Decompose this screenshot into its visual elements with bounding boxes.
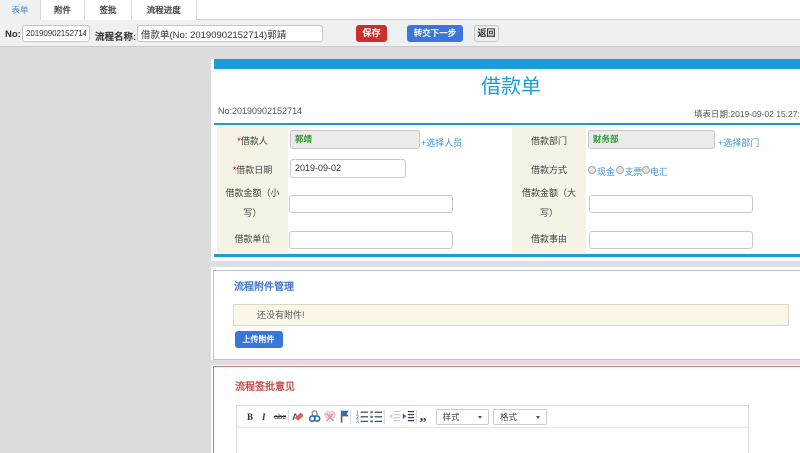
svg-text:3: 3 — [356, 419, 359, 423]
